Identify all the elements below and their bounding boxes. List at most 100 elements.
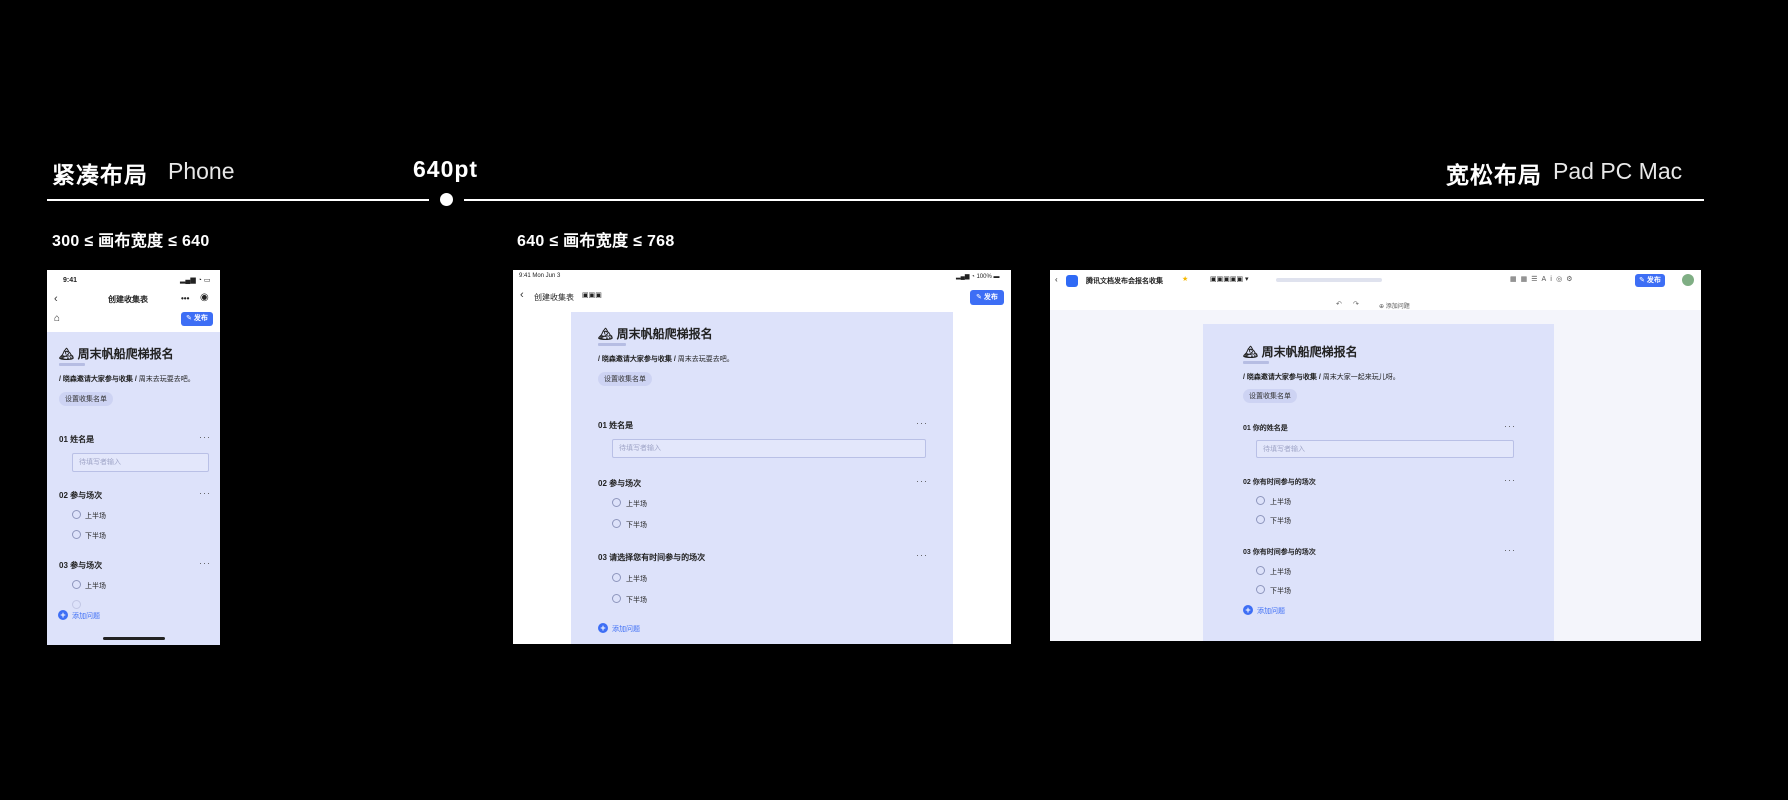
pc-question-2: 02 你有时间参与的场次 bbox=[1243, 479, 1316, 486]
pad-q2-more-icon[interactable]: ··· bbox=[916, 476, 928, 486]
pc-form-title: 🏔 周末帆船爬梯报名 bbox=[1243, 345, 1358, 359]
phone-question-3: 03 参与场次 bbox=[59, 561, 103, 570]
pc-question-1: 01 你的姓名是 bbox=[1243, 425, 1288, 432]
phone-q2-option-b: 下半场 bbox=[85, 533, 106, 540]
pc-toolbar-icons[interactable]: ▦▦☰Aⅰ◎⚙ bbox=[1510, 275, 1577, 283]
pc-top-add-question[interactable]: ⊕ 添加问题 bbox=[1379, 301, 1410, 310]
pad-q3-radio-b[interactable] bbox=[612, 594, 621, 603]
phone-q3-radio-b[interactable] bbox=[72, 600, 81, 609]
phone-status-icons: ▂▄▆ ◔ ▭ bbox=[180, 277, 211, 284]
pc-doc-title: 腾讯文档发布会报名收集 bbox=[1086, 278, 1163, 285]
pc-q3-more-icon[interactable]: ··· bbox=[1504, 545, 1516, 555]
pc-add-question-icon[interactable]: + bbox=[1243, 605, 1253, 615]
phone-width-range: 300 ≤ 画布宽度 ≤ 640 bbox=[52, 233, 210, 250]
home-icon[interactable]: ⌂ bbox=[54, 313, 60, 324]
pad-form-description: / 晓森邀请大家参与收集 / 周末去玩耍去吧。 bbox=[598, 356, 734, 363]
pad-publish-button[interactable]: ✎ 发布 bbox=[970, 290, 1004, 305]
pc-screenshot: ‹ 腾讯文档发布会报名收集 ★ ▣▣▣▣▣ ▾ ▦▦☰Aⅰ◎⚙ ✎ 发布 ↶ ↷… bbox=[1050, 270, 1701, 641]
phone-set-list-button[interactable]: 设置收集名单 bbox=[59, 392, 113, 406]
pad-question-2: 02 参与场次 bbox=[598, 479, 642, 488]
pc-collaborator-avatars: ▣▣▣▣▣ ▾ bbox=[1210, 276, 1249, 283]
pad-width-range: 640 ≤ 画布宽度 ≤ 768 bbox=[517, 233, 675, 250]
user-avatar[interactable] bbox=[1682, 274, 1694, 286]
phone-q3-more-icon[interactable]: ··· bbox=[199, 558, 211, 568]
pc-q2-radio-a[interactable] bbox=[1256, 496, 1265, 505]
loose-layout-label: 宽松布局 bbox=[1446, 162, 1542, 188]
pad-collaborator-avatars: ▣▣▣ bbox=[582, 292, 602, 299]
pc-question-3: 03 你有时间参与的场次 bbox=[1243, 549, 1316, 556]
pad-q1-more-icon[interactable]: ··· bbox=[916, 418, 928, 428]
phone-form-description: / 晓森邀请大家参与收集 / 周末去玩耍去吧。 bbox=[59, 376, 195, 383]
pc-publish-button[interactable]: ✎ 发布 bbox=[1635, 274, 1665, 287]
pc-back-icon[interactable]: ‹ bbox=[1055, 275, 1058, 284]
phone-q2-radio-a[interactable] bbox=[72, 510, 81, 519]
home-indicator bbox=[103, 637, 165, 640]
axis-line-left bbox=[47, 199, 429, 201]
pad-q3-more-icon[interactable]: ··· bbox=[916, 550, 928, 560]
phone-question-1: 01 姓名是 bbox=[59, 435, 95, 444]
pc-set-list-button[interactable]: 设置收集名单 bbox=[1243, 389, 1297, 403]
pc-q2-more-icon[interactable]: ··· bbox=[1504, 475, 1516, 485]
compact-devices-label: Phone bbox=[168, 158, 235, 184]
phone-q2-option-a: 上半场 bbox=[85, 513, 106, 520]
phone-q3-option-a: 上半场 bbox=[85, 583, 106, 590]
pad-q3-option-b: 下半场 bbox=[626, 597, 647, 604]
pc-q1-more-icon[interactable]: ··· bbox=[1504, 421, 1516, 431]
pad-q2-radio-b[interactable] bbox=[612, 519, 621, 528]
pad-q3-option-a: 上半场 bbox=[626, 576, 647, 583]
pad-screenshot: 9:41 Mon Jun 3 ▂▄▆ ◔ 100% ▬ ‹ 创建收集表 ▣▣▣ … bbox=[513, 270, 1011, 644]
phone-form-title: 🏔 周末帆船爬梯报名 bbox=[59, 347, 174, 361]
pad-add-question-icon[interactable]: + bbox=[598, 623, 608, 633]
phone-q1-more-icon[interactable]: ··· bbox=[199, 432, 211, 442]
pc-form-description: / 晓森邀请大家参与收集 / 周末大家一起来玩儿呀。 bbox=[1243, 374, 1400, 381]
pad-form-title: 🏔 周末帆船爬梯报名 bbox=[598, 327, 713, 341]
phone-add-question-button[interactable]: 添加问题 bbox=[72, 611, 100, 621]
pad-question-3: 03 请选择您有时间参与的场次 bbox=[598, 553, 706, 562]
pad-q3-radio-a[interactable] bbox=[612, 573, 621, 582]
pc-q2-option-a: 上半场 bbox=[1270, 499, 1291, 506]
pad-title-underline bbox=[598, 343, 626, 346]
phone-record-icon[interactable]: ◉ bbox=[200, 292, 209, 303]
breakpoint-marker bbox=[440, 193, 453, 206]
pc-q3-radio-a[interactable] bbox=[1256, 566, 1265, 575]
pc-q2-radio-b[interactable] bbox=[1256, 515, 1265, 524]
undo-icon[interactable]: ↶ bbox=[1336, 300, 1342, 308]
compact-layout-label: 紧凑布局 bbox=[52, 162, 148, 188]
phone-add-question-icon[interactable]: + bbox=[58, 610, 68, 620]
phone-nav-title: 创建收集表 bbox=[108, 295, 148, 304]
phone-q2-more-icon[interactable]: ··· bbox=[199, 488, 211, 498]
phone-publish-button[interactable]: ✎ 发布 bbox=[181, 312, 213, 326]
redo-icon[interactable]: ↷ bbox=[1353, 300, 1359, 308]
phone-q2-radio-b[interactable] bbox=[72, 530, 81, 539]
phone-q1-input[interactable]: 待填写者输入 bbox=[72, 453, 209, 472]
pad-q2-radio-a[interactable] bbox=[612, 498, 621, 507]
pc-q3-radio-b[interactable] bbox=[1256, 585, 1265, 594]
pad-nav-title: 创建收集表 bbox=[534, 293, 574, 302]
pc-q1-input[interactable]: 待填写者输入 bbox=[1256, 440, 1514, 458]
pad-q2-option-a: 上半场 bbox=[626, 501, 647, 508]
phone-q3-radio-a[interactable] bbox=[72, 580, 81, 589]
phone-question-2: 02 参与场次 bbox=[59, 491, 103, 500]
pc-q3-option-a: 上半场 bbox=[1270, 569, 1291, 576]
tencent-docs-logo-icon bbox=[1066, 275, 1078, 287]
pad-q2-option-b: 下半场 bbox=[626, 522, 647, 529]
loose-devices-label: Pad PC Mac bbox=[1553, 158, 1683, 184]
phone-status-time: 9:41 bbox=[63, 277, 78, 284]
pad-status-time: 9:41 Mon Jun 3 bbox=[519, 273, 561, 279]
back-icon[interactable]: ‹ bbox=[54, 293, 58, 305]
pc-title-underline bbox=[1243, 361, 1269, 364]
pad-back-icon[interactable]: ‹ bbox=[520, 289, 524, 301]
phone-menu-icon[interactable]: ••• bbox=[181, 294, 189, 303]
breakpoint-label: 640pt bbox=[413, 156, 479, 182]
phone-screenshot: 9:41 ▂▄▆ ◔ ▭ ‹ 创建收集表 ••• ◉ ⌂ ✎ 发布 🏔 周末帆船… bbox=[47, 270, 220, 645]
pad-question-1: 01 姓名是 bbox=[598, 421, 634, 430]
star-icon[interactable]: ★ bbox=[1182, 275, 1188, 283]
pad-add-question-button[interactable]: 添加问题 bbox=[612, 624, 640, 634]
pc-q2-option-b: 下半场 bbox=[1270, 518, 1291, 525]
pad-set-list-button[interactable]: 设置收集名单 bbox=[598, 372, 652, 386]
pad-q1-input[interactable]: 待填写者输入 bbox=[612, 439, 926, 458]
phone-title-underline bbox=[59, 363, 85, 366]
pc-save-status bbox=[1276, 278, 1382, 282]
pc-add-question-button[interactable]: 添加问题 bbox=[1257, 606, 1285, 616]
pad-status-battery: ▂▄▆ ◔ 100% ▬ bbox=[956, 274, 1000, 280]
